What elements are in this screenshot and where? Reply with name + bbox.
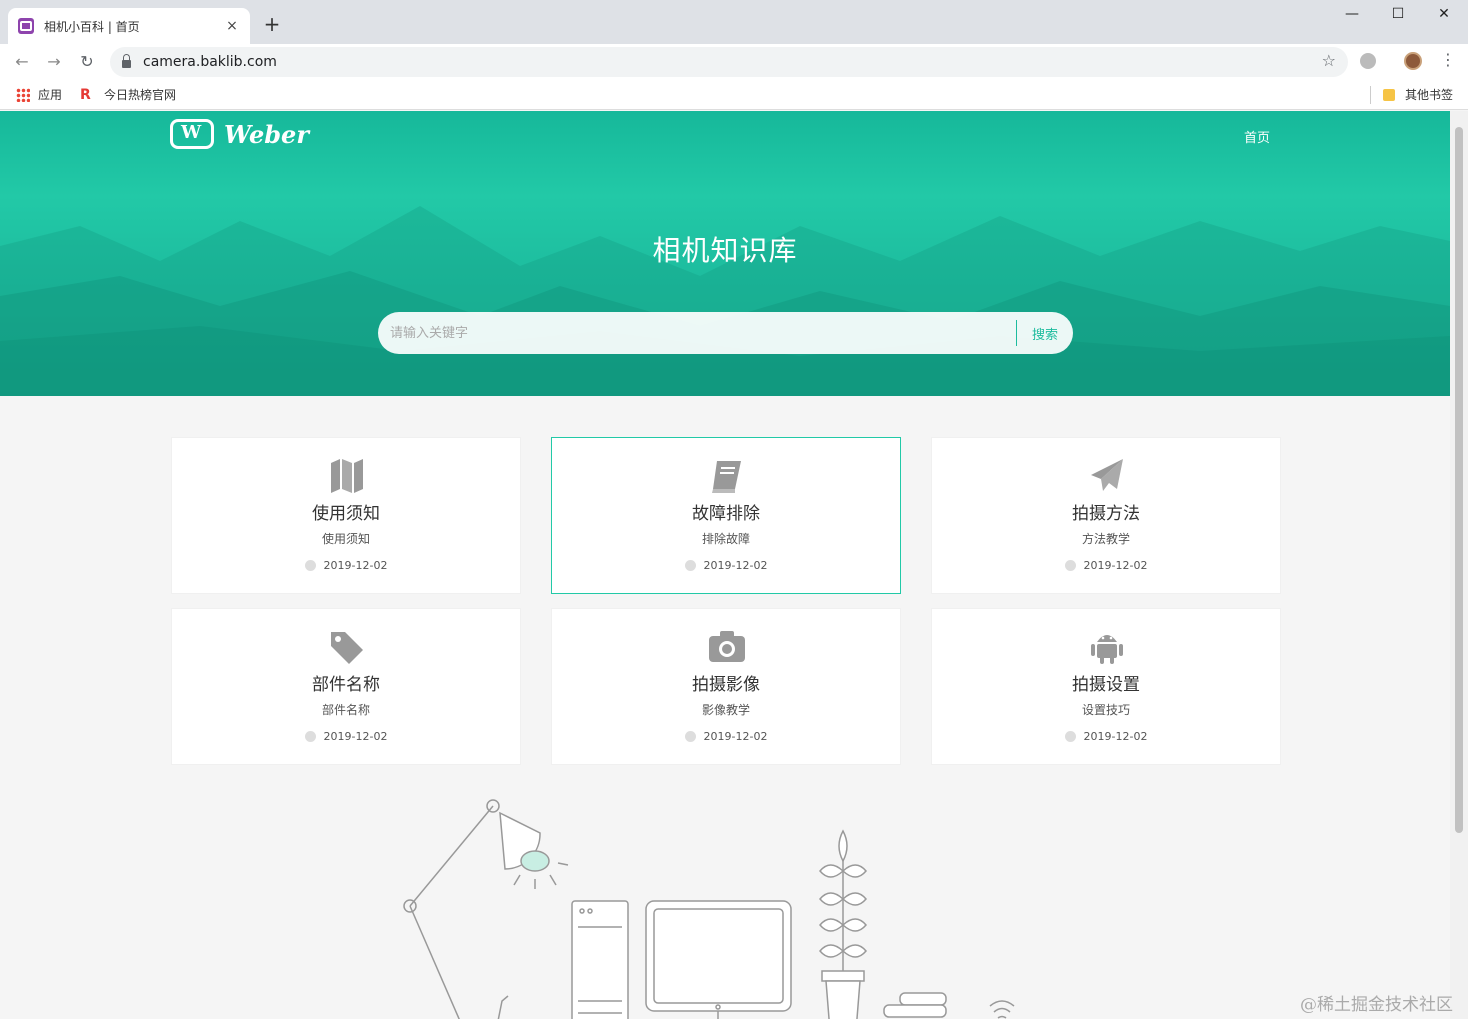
card-subtitle: 影像教学	[701, 703, 750, 717]
category-card[interactable]: 故障排除 排除故障 2019-12-02	[551, 437, 901, 594]
bookmarks-bar: 应用 R 今日热榜官网 其他书签	[0, 80, 1468, 110]
tab-bar: 相机小百科 | 首页 × + — ☐ ✕	[0, 0, 1468, 44]
extension-icon[interactable]	[1360, 53, 1376, 69]
card-date-text: 2019-12-02	[703, 730, 768, 743]
clock-icon	[1064, 731, 1076, 742]
card-title: 拍摄设置	[1072, 675, 1140, 695]
watermark: @稀土掘金技术社区	[1300, 995, 1453, 1015]
tab-close-button[interactable]: ×	[224, 18, 240, 34]
minimize-button[interactable]: —	[1342, 6, 1362, 22]
category-card[interactable]: 拍摄设置 设置技巧 2019-12-02	[931, 608, 1281, 765]
bookmark-divider	[1370, 86, 1371, 104]
page-viewport: Weber 首页 相机知识库 搜索 使用须知 使用须知 2019-12-02	[0, 111, 1450, 1019]
lock-icon	[122, 54, 131, 68]
card-subtitle: 方法教学	[1081, 532, 1130, 546]
nav-home-link[interactable]: 首页	[1244, 127, 1270, 146]
mountain-background	[0, 206, 1450, 396]
maximize-button[interactable]: ☐	[1388, 6, 1408, 22]
card-date-text: 2019-12-02	[323, 730, 388, 743]
clock-icon	[1064, 560, 1076, 571]
paper-plane-icon	[1091, 459, 1123, 491]
scrollbar-thumb[interactable]	[1455, 127, 1463, 833]
bookmark-hot[interactable]: R 今日热榜官网	[80, 86, 176, 103]
card-date: 2019-12-02	[552, 730, 900, 743]
desk-illustration	[403, 799, 1015, 1019]
map-icon	[331, 459, 363, 493]
category-card[interactable]: 使用须知 使用须知 2019-12-02	[171, 437, 521, 594]
bookmark-other[interactable]: 其他书签	[1383, 86, 1453, 103]
tags-icon	[331, 632, 363, 664]
clock-icon	[684, 731, 696, 742]
profile-avatar[interactable]	[1404, 52, 1422, 70]
address-bar-row: ← → ↻ camera.baklib.com ☆	[0, 44, 1468, 80]
apps-grid-icon	[16, 87, 30, 102]
bookmark-apps[interactable]: 应用	[16, 86, 62, 103]
card-subtitle: 部件名称	[321, 703, 370, 717]
bookmark-hot-label: 今日热榜官网	[104, 88, 177, 102]
reload-button[interactable]: ↻	[77, 52, 97, 72]
tab-title: 相机小百科 | 首页	[44, 19, 140, 34]
card-date-text: 2019-12-02	[323, 559, 388, 572]
card-date: 2019-12-02	[172, 730, 520, 743]
browser-menu-button[interactable]: ⋮	[1440, 50, 1456, 69]
url-text[interactable]: camera.baklib.com	[143, 54, 277, 70]
category-card[interactable]: 拍摄方法 方法教学 2019-12-02	[931, 437, 1281, 594]
card-subtitle: 使用须知	[321, 532, 370, 546]
card-date: 2019-12-02	[932, 730, 1280, 743]
camera-icon	[709, 631, 745, 662]
page-scrollbar[interactable]	[1450, 111, 1468, 1019]
card-subtitle: 排除故障	[701, 532, 750, 546]
back-button[interactable]: ←	[12, 52, 32, 72]
card-date: 2019-12-02	[932, 559, 1280, 572]
bookmark-apps-label: 应用	[38, 88, 63, 102]
search-button[interactable]: 搜索	[1017, 324, 1073, 343]
close-window-button[interactable]: ✕	[1434, 6, 1454, 22]
hero-title: 相机知识库	[652, 234, 798, 267]
card-date: 2019-12-02	[172, 559, 520, 572]
search-input[interactable]	[378, 312, 1016, 354]
card-title: 部件名称	[312, 675, 380, 695]
clock-icon	[304, 560, 316, 571]
card-title: 故障排除	[692, 504, 760, 524]
new-tab-button[interactable]: +	[262, 14, 282, 34]
card-title: 使用须知	[312, 504, 380, 524]
category-card[interactable]: 拍摄影像 影像教学 2019-12-02	[551, 608, 901, 765]
site-favicon-icon	[18, 18, 34, 34]
folder-icon	[1383, 88, 1395, 101]
clock-icon	[304, 731, 316, 742]
browser-tab[interactable]: 相机小百科 | 首页 ×	[8, 8, 250, 44]
category-card[interactable]: 部件名称 部件名称 2019-12-02	[171, 608, 521, 765]
card-date-text: 2019-12-02	[703, 559, 768, 572]
site-logo[interactable]: Weber	[170, 119, 309, 149]
forward-button[interactable]: →	[44, 52, 64, 72]
book-icon	[712, 461, 741, 493]
logo-icon	[170, 119, 214, 149]
card-subtitle: 设置技巧	[1081, 703, 1130, 717]
logo-text: Weber	[224, 119, 309, 149]
search-box: 搜索	[378, 312, 1073, 354]
card-title: 拍摄影像	[692, 675, 760, 695]
clock-icon	[684, 560, 696, 571]
r-logo-icon: R	[80, 86, 91, 103]
card-date: 2019-12-02	[552, 559, 900, 572]
omnibox[interactable]: camera.baklib.com ☆	[110, 47, 1348, 77]
card-date-text: 2019-12-02	[1083, 559, 1148, 572]
android-icon	[1091, 635, 1123, 664]
bookmark-star-button[interactable]: ☆	[1322, 51, 1336, 70]
bookmark-other-label: 其他书签	[1405, 88, 1454, 102]
card-title: 拍摄方法	[1072, 504, 1140, 524]
hero-banner: Weber 首页 相机知识库 搜索	[0, 111, 1450, 396]
card-date-text: 2019-12-02	[1083, 730, 1148, 743]
